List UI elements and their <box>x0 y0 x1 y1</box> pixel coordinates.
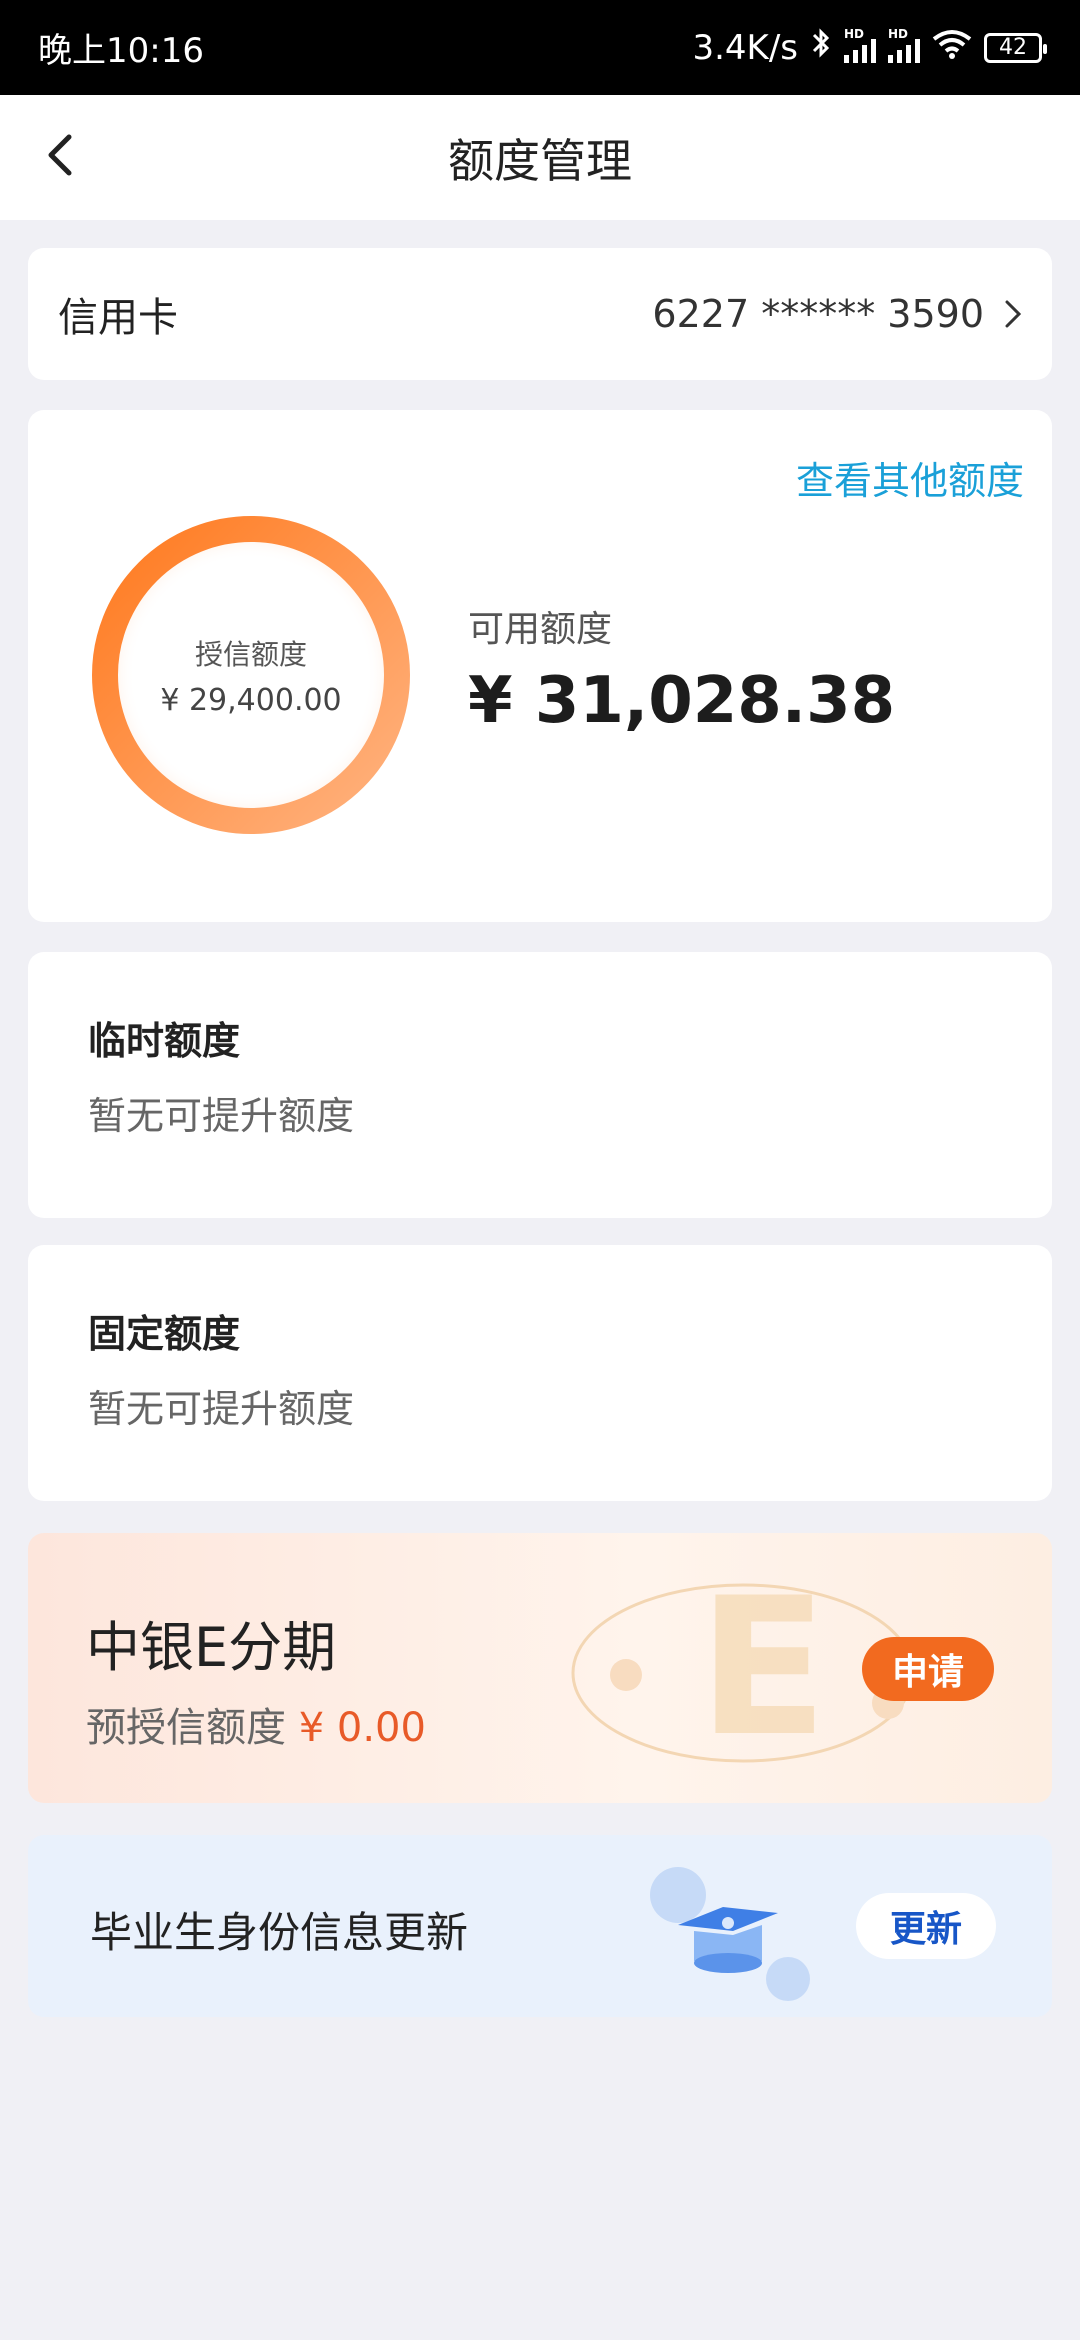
credit-ring: 授信额度 ¥ 29,400.00 <box>86 510 416 840</box>
card-type-label: 信用卡 <box>58 295 178 341</box>
apply-button[interactable]: 申请 <box>862 1637 994 1701</box>
status-icons: 3.4K/s HD HD 42 <box>692 26 1047 69</box>
battery-level: 42 <box>999 35 1027 60</box>
back-button[interactable] <box>30 125 90 185</box>
battery-icon: 42 <box>984 32 1047 63</box>
pre-credit-amount: ¥ 0.00 <box>298 1705 426 1751</box>
graduation-cap-icon <box>650 1867 810 2001</box>
view-other-limits-link[interactable]: 查看其他额度 <box>796 450 1024 505</box>
page-title: 额度管理 <box>448 133 632 188</box>
card-number-group: 6227 ****** 3590 <box>652 292 1022 336</box>
signal-icon: HD <box>888 27 920 63</box>
available-limit-label: 可用额度 <box>468 609 613 650</box>
wifi-icon <box>932 28 972 68</box>
signal-icon: HD <box>844 27 876 63</box>
temporary-limit-card[interactable]: 临时额度 暂无可提升额度 <box>28 952 1052 1218</box>
installment-title: 中银E分期 <box>86 1616 337 1679</box>
temporary-limit-title: 临时额度 <box>88 1019 241 1063</box>
fixed-limit-card[interactable]: 固定额度 暂无可提升额度 <box>28 1245 1052 1501</box>
network-speed: 3.4K/s <box>692 27 798 68</box>
nav-bar: 额度管理 <box>0 95 1080 220</box>
bluetooth-icon <box>810 26 832 69</box>
ring-center: 授信额度 ¥ 29,400.00 <box>86 510 416 840</box>
granted-limit-value: ¥ 29,400.00 <box>160 682 342 718</box>
granted-limit-label: 授信额度 <box>194 637 307 671</box>
card-number: 6227 ****** 3590 <box>652 292 984 336</box>
graduate-update-card[interactable]: 毕业生身份信息更新 更新 <box>28 1835 1052 2017</box>
graduate-update-title: 毕业生身份信息更新 <box>90 1908 469 1957</box>
card-selector[interactable]: 信用卡 6227 ****** 3590 <box>28 248 1052 380</box>
installment-promo-card[interactable]: E 中银E分期 预授信额度 ¥ 0.00 申请 <box>28 1533 1052 1803</box>
temporary-limit-status: 暂无可提升额度 <box>88 1094 355 1138</box>
fixed-limit-title: 固定额度 <box>88 1312 241 1356</box>
pre-credit-label: 预授信额度 <box>86 1705 286 1751</box>
available-limit-value: ¥ 31,028.38 <box>468 664 896 738</box>
chevron-right-icon <box>1005 300 1022 328</box>
status-time: 晚上10:16 <box>38 31 204 71</box>
svg-text:E: E <box>698 1557 828 1778</box>
installment-pre-credit: 预授信额度 ¥ 0.00 <box>86 1695 426 1753</box>
credit-overview-card: 查看其他额度 授信额度 ¥ 29,400.00 可用额度 ¥ 31,028.38 <box>28 410 1052 922</box>
fixed-limit-status: 暂无可提升额度 <box>88 1387 355 1431</box>
update-button[interactable]: 更新 <box>856 1893 996 1959</box>
status-bar: 晚上10:16 3.4K/s HD HD 42 <box>0 0 1080 95</box>
chevron-left-icon <box>48 134 72 176</box>
available-limit: 可用额度 ¥ 31,028.38 <box>468 600 895 738</box>
